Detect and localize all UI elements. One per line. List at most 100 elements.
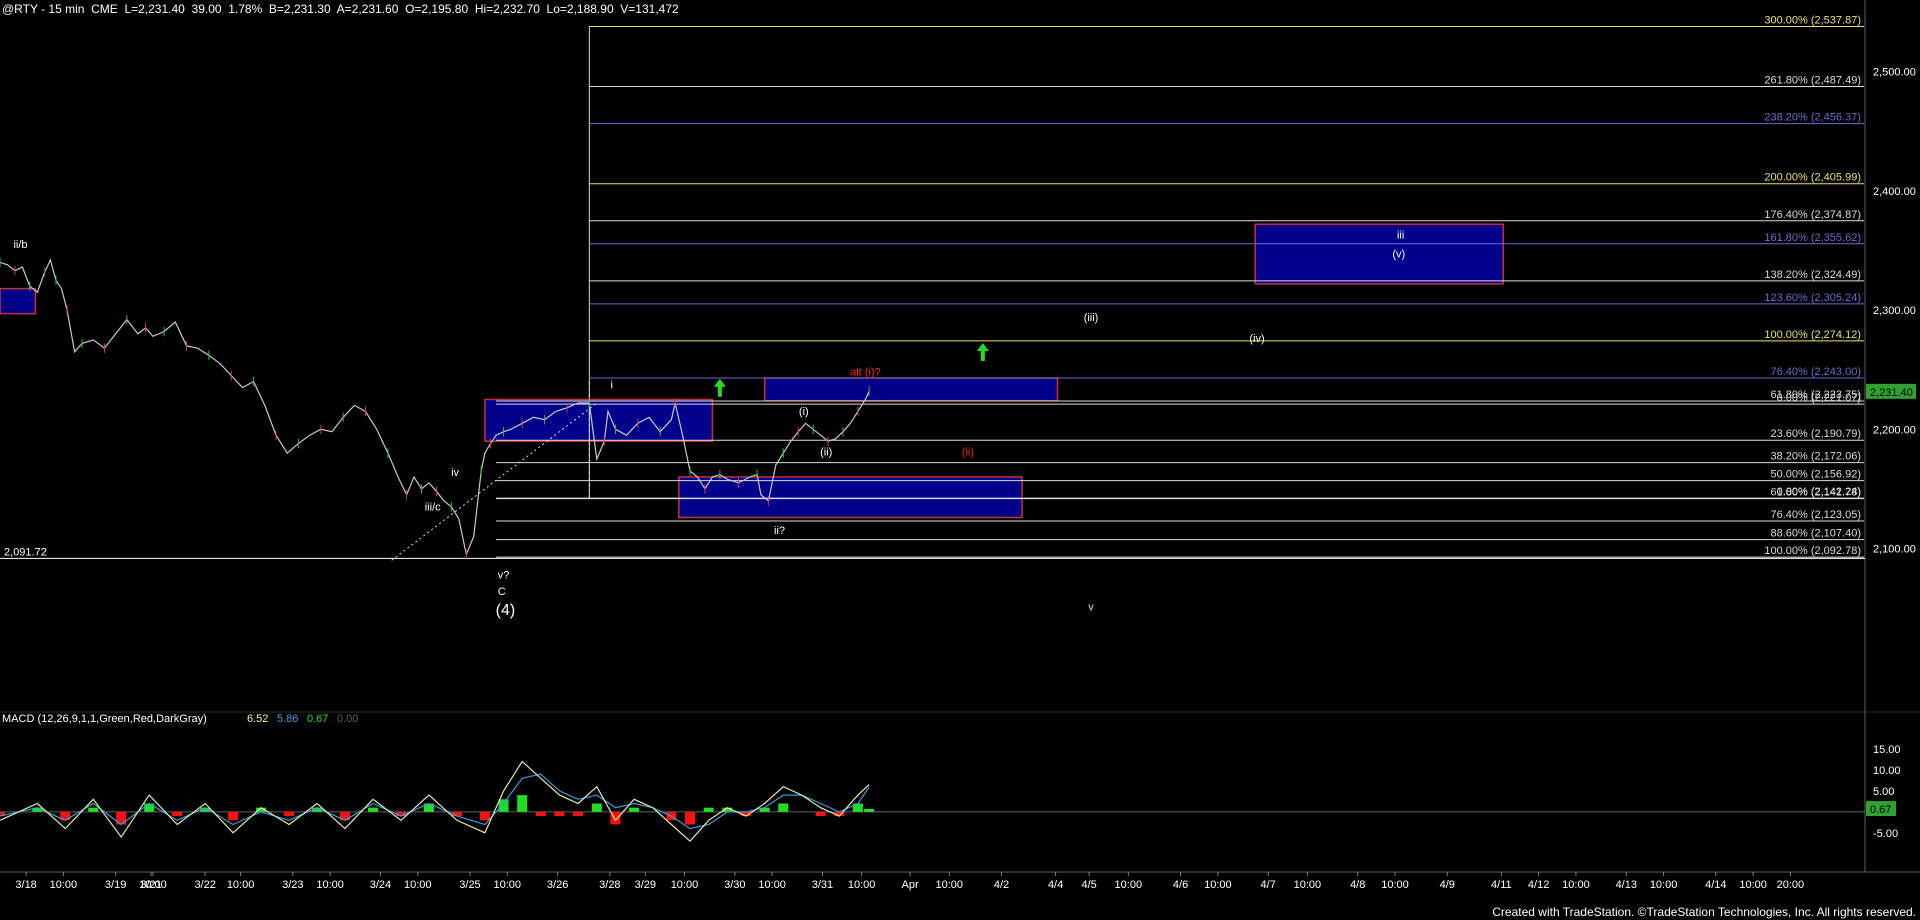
price-axis-tick: 2,100.00 <box>1873 543 1916 555</box>
time-axis-tick: 10:00 <box>316 879 344 891</box>
time-axis-tick: 10:00 <box>848 879 876 891</box>
wave-label: v <box>1088 601 1094 613</box>
fib-level-label: 238.20% (2,456.37) <box>1764 112 1861 124</box>
fib-level-label: 176.40% (2,374.87) <box>1764 209 1861 221</box>
fib-level-label: 123.60% (2,305.24) <box>1764 292 1861 304</box>
macd-histogram-bar <box>629 807 640 812</box>
macd-value: 0.67 <box>307 713 328 725</box>
macd-legend: MACD (12,26,9,1,1,Green,Red,DarkGray) <box>2 713 207 725</box>
wave-label: (iv) <box>1249 333 1264 345</box>
fib-level-label: 0.00% (2,221.07) <box>1777 392 1861 404</box>
price-axis-tick: 2,200.00 <box>1873 424 1916 436</box>
macd-axis-tick: -5.00 <box>1873 828 1898 840</box>
macd-histogram-bar <box>498 799 509 812</box>
fib-level-label: 161.80% (2,355.62) <box>1764 232 1861 244</box>
time-axis-tick: 10:00 <box>1650 879 1678 891</box>
time-axis-tick: 4/6 <box>1173 879 1188 891</box>
time-axis-tick: 4/11 <box>1491 879 1512 891</box>
time-axis-tick: 20:00 <box>1777 879 1805 891</box>
support-label: 2,091.72 <box>4 546 47 558</box>
fib-level-label: 138.20% (2,324.49) <box>1764 269 1861 281</box>
wave-label: (iii) <box>1084 312 1099 324</box>
macd-histogram-bar <box>228 811 239 821</box>
price-axis-tick: 2,500.00 <box>1873 67 1916 79</box>
macd-histogram-bar <box>554 811 565 817</box>
macd-value: 6.52 <box>247 713 268 725</box>
time-axis-tick: 10:00 <box>227 879 255 891</box>
macd-histogram-bar <box>88 807 99 812</box>
up-arrow-icon <box>713 378 726 397</box>
time-axis-tick: 3/29 <box>635 879 656 891</box>
time-axis-tick: 3/22 <box>194 879 215 891</box>
target-box <box>763 377 1059 402</box>
macd-value: 0.00 <box>337 713 358 725</box>
fib-level-label: 300.00% (2,537.87) <box>1764 14 1861 26</box>
fib-level-label: 61.80% (2,141.78) <box>1770 487 1861 499</box>
time-axis-tick: 10:00 <box>1115 879 1143 891</box>
wave-label: ii/b <box>13 239 27 251</box>
wave-label: (4) <box>496 602 516 619</box>
macd-histogram-bar <box>685 811 696 825</box>
up-arrow-icon <box>976 342 989 361</box>
time-axis-tick: 3/28 <box>599 879 620 891</box>
time-axis-tick: 4/2 <box>994 879 1009 891</box>
macd-histogram-bar <box>535 811 546 817</box>
time-axis-tick: 3/25 <box>459 879 480 891</box>
time-axis-tick: 10:00 <box>1294 879 1322 891</box>
macd-histogram-bar <box>573 811 584 817</box>
target-box <box>0 287 37 315</box>
time-axis-tick: Apr <box>902 879 919 891</box>
time-axis-tick: 10:00 <box>1562 879 1590 891</box>
time-axis-tick: 4/13 <box>1616 879 1637 891</box>
macd-value: 5.86 <box>277 713 298 725</box>
fib-level-label: 261.80% (2,487.49) <box>1764 75 1861 87</box>
macd-axis-tick: 5.00 <box>1873 786 1894 798</box>
price-chart[interactable]: 300.00% (2,537.87) 261.80% (2,487.49) 238.… <box>0 0 1920 920</box>
wave-label: alt (i)? <box>850 367 881 379</box>
footer-credit: Created with TradeStation. ©TradeStation… <box>1492 905 1916 919</box>
wave-label: (ii) <box>820 446 832 458</box>
time-axis-tick: 3/31 <box>812 879 833 891</box>
fib-level-label: 100.00% (2,092.78) <box>1764 545 1861 557</box>
wave-label: iii <box>1397 230 1404 242</box>
wave-label: (i) <box>799 406 809 418</box>
macd-histogram-bar <box>517 795 528 812</box>
time-axis-tick: 4/4 <box>1048 879 1063 891</box>
fib-level-label: 76.40% (2,123.05) <box>1770 509 1861 521</box>
fib-level-label: 23.60% (2,190.79) <box>1770 428 1861 440</box>
fib-level-label: 100.00% (2,274.12) <box>1764 329 1861 341</box>
time-axis-tick: 10:00 <box>1739 879 1767 891</box>
macd-axis-tick: 15.00 <box>1873 744 1901 756</box>
macd-last-tag: 0.67 <box>1870 804 1891 816</box>
price-axis-tick: 2,300.00 <box>1873 305 1916 317</box>
time-axis-tick: 3/23 <box>282 879 303 891</box>
macd-histogram-bar <box>479 811 490 821</box>
time-axis-tick: 10:00 <box>1381 879 1409 891</box>
time-axis-tick: 3/18 <box>15 879 36 891</box>
target-box <box>484 398 714 442</box>
macd-histogram-bar <box>703 807 714 812</box>
price-axis-tick: 2,400.00 <box>1873 186 1916 198</box>
time-axis-tick: 10:00 <box>1204 879 1232 891</box>
target-box <box>1254 223 1504 285</box>
last-price-tag: 2,231.40 <box>1870 387 1913 399</box>
macd-histogram-bar <box>815 811 826 817</box>
wave-label: iv <box>451 467 459 479</box>
wave-label: i <box>610 380 612 392</box>
macd-signal-line <box>0 773 870 830</box>
macd-histogram-bar <box>144 803 155 812</box>
time-axis-tick: 10:00 <box>671 879 699 891</box>
macd-histogram-bar <box>172 811 183 817</box>
time-axis-tick: 10:00 <box>758 879 786 891</box>
time-axis-tick: 4/8 <box>1350 879 1365 891</box>
time-axis-tick: 4/7 <box>1261 879 1276 891</box>
macd-line <box>0 760 870 843</box>
fib-level-label: 200.00% (2,405.99) <box>1764 172 1861 184</box>
time-axis-tick: 3/24 <box>370 879 391 891</box>
time-axis-tick: 10:00 <box>404 879 432 891</box>
wave-label: ii? <box>774 525 785 537</box>
time-axis-tick: 4/5 <box>1082 879 1097 891</box>
target-box <box>678 476 1023 519</box>
macd-histogram-bar <box>591 803 602 812</box>
fib-level-label: 38.20% (2,172.06) <box>1770 451 1861 463</box>
